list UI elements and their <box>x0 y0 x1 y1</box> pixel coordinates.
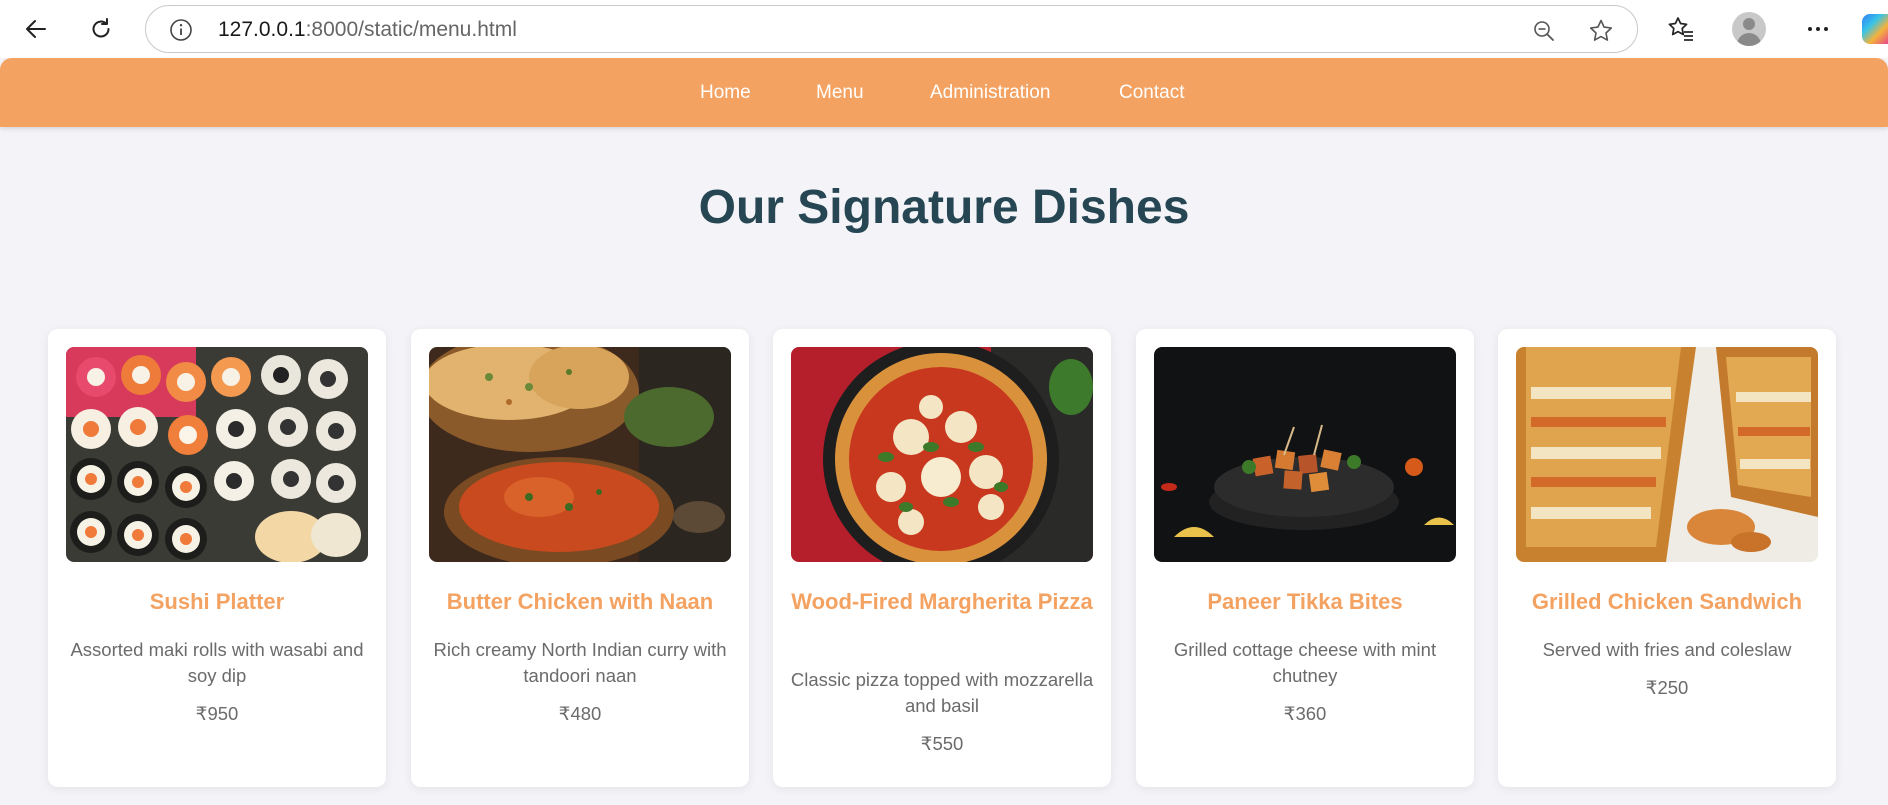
dish-name: Wood-Fired Margherita Pizza <box>791 589 1093 614</box>
profile-avatar[interactable] <box>1732 12 1766 46</box>
dish-name: Paneer Tikka Bites <box>1207 589 1403 614</box>
dish-description: Assorted maki rolls with wasabi and soy … <box>70 639 364 686</box>
dish-name: Sushi Platter <box>149 589 285 614</box>
dish-image-sushi <box>66 347 368 562</box>
nav-menu-link[interactable]: Menu <box>816 82 864 104</box>
back-button[interactable] <box>16 9 56 49</box>
address-bar[interactable]: 127.0.0.1:8000/static/menu.html <box>145 5 1638 53</box>
back-arrow-icon <box>26 20 46 38</box>
site-info-icon[interactable] <box>168 17 194 43</box>
dish-name: Butter Chicken with Naan <box>446 589 714 614</box>
dish-description: Grilled cottage cheese with mint chutney <box>1173 639 1437 686</box>
browser-toolbar: 127.0.0.1:8000/static/menu.html <box>0 0 1888 58</box>
dish-description: Served with fries and coleslaw <box>1542 639 1792 660</box>
dish-card: Sushi Platter Assorted maki rolls with w… <box>48 329 386 787</box>
dish-price: ₹480 <box>558 703 602 724</box>
zoom-out-icon[interactable] <box>1531 18 1557 44</box>
dish-card: Butter Chicken with Naan Rich creamy Nor… <box>411 329 749 787</box>
url-text[interactable]: 127.0.0.1:8000/static/menu.html <box>218 18 517 42</box>
favorite-star-icon[interactable] <box>1587 17 1615 45</box>
dish-card: Paneer Tikka Bites Grilled cottage chees… <box>1136 329 1474 787</box>
dish-price: ₹360 <box>1283 703 1327 724</box>
dish-image-pizza <box>791 347 1093 562</box>
dish-image-paneer-tikka <box>1154 347 1456 562</box>
avatar-head <box>1743 18 1755 30</box>
dish-description: Rich creamy North Indian curry with tand… <box>433 639 727 686</box>
reload-button[interactable] <box>81 9 121 49</box>
dish-description: Classic pizza topped with mozzarella and… <box>790 669 1094 716</box>
site-navbar: Home Menu Administration Contact <box>0 58 1888 127</box>
dish-card: Grilled Chicken Sandwich Served with fri… <box>1498 329 1836 787</box>
more-options-button[interactable] <box>1798 9 1838 49</box>
more-dots-icon <box>1808 27 1828 31</box>
favorites-list-icon <box>1668 17 1693 41</box>
favorites-button[interactable] <box>1661 9 1701 49</box>
url-path: :8000/static/menu.html <box>305 18 517 41</box>
reload-icon <box>92 18 110 38</box>
dish-price: ₹250 <box>1645 677 1689 698</box>
url-host: 127.0.0.1 <box>218 18 306 41</box>
dish-image-butter-chicken <box>429 347 731 562</box>
dish-price: ₹550 <box>920 733 964 754</box>
nav-home-link[interactable]: Home <box>700 82 751 104</box>
nav-administration-link[interactable]: Administration <box>930 82 1050 104</box>
dish-name: Grilled Chicken Sandwich <box>1531 589 1803 614</box>
nav-contact-link[interactable]: Contact <box>1119 82 1184 104</box>
dish-price: ₹950 <box>195 703 239 724</box>
avatar-body <box>1737 33 1761 46</box>
page-title: Our Signature Dishes <box>698 181 1190 234</box>
dish-card: Wood-Fired Margherita Pizza Classic pizz… <box>773 329 1111 787</box>
dish-image-chicken-sandwich <box>1516 347 1818 562</box>
copilot-icon[interactable] <box>1862 14 1888 44</box>
